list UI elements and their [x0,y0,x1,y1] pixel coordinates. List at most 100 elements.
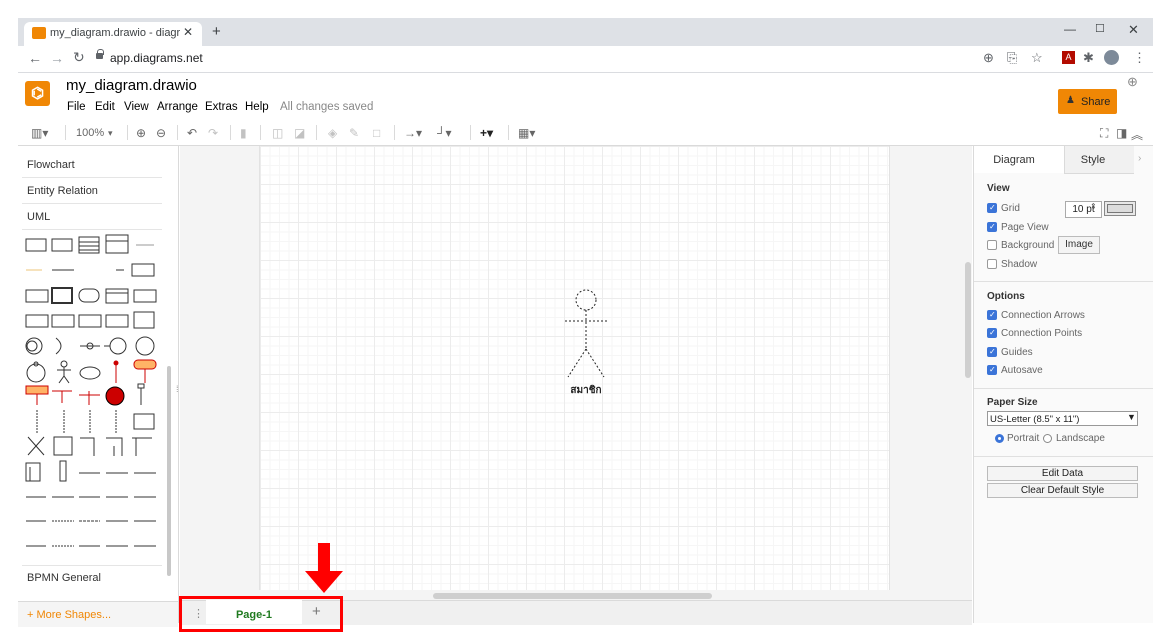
panel-scroll-chevron-icon[interactable]: › [1138,153,1141,164]
extensions-puzzle-icon[interactable]: ✱ [1083,50,1094,66]
sidebar-section-entity-relation[interactable]: Entity Relation [27,185,98,197]
tab-close-icon[interactable]: ✕ [183,25,193,39]
edit-data-button[interactable]: Edit Data [987,466,1138,481]
sidebar-section-bpmn-general[interactable]: BPMN General [27,572,101,584]
toolbar-divider [127,125,128,140]
actor-shape[interactable] [560,287,612,383]
image-button[interactable]: Image [1058,236,1100,254]
line-color-icon[interactable]: ✎ [349,126,359,140]
grid-color-swatch[interactable] [1107,204,1133,213]
menu-view[interactable]: View [124,101,149,113]
redo-icon[interactable]: ↷ [208,126,218,140]
landscape-radio[interactable] [1043,434,1052,443]
shadow-label[interactable]: Shadow [1001,259,1037,270]
sidebar-scrollbar[interactable] [167,366,171,576]
format-panel [973,146,1153,623]
class-with-fields-shape[interactable] [78,236,100,254]
menu-arrange[interactable]: Arrange [157,101,198,113]
menu-edit[interactable]: Edit [95,101,115,113]
portrait-radio[interactable] [995,434,1004,443]
zoom-dropdown[interactable]: 100% [76,127,104,139]
tab-diagram-label[interactable]: Diagram [974,154,1054,166]
browser-tab-title[interactable]: my_diagram.drawio - diagrams.n [50,27,180,39]
toolbar-divider [177,125,178,140]
profile-avatar[interactable] [1104,50,1119,65]
paper-size-heading: Paper Size [987,397,1038,408]
connection-arrows-label[interactable]: Connection Arrows [1001,310,1085,321]
window-maximize-icon[interactable]: ☐ [1095,22,1105,35]
zoom-in-icon[interactable]: ⊕ [136,126,146,140]
check-icon: ✓ [989,203,996,212]
collapse-chevron-icon[interactable]: ︽ [1131,126,1143,143]
pdf-extension-icon[interactable]: A [1062,51,1075,64]
grid-size-stepper-icon[interactable]: ⇕ [1090,202,1097,211]
save-status: All changes saved [280,101,374,113]
menu-help[interactable]: Help [245,101,269,113]
landscape-label[interactable]: Landscape [1056,433,1105,444]
delete-icon[interactable]: ▮ [240,126,247,140]
to-front-icon[interactable]: ◫ [272,126,283,140]
guides-label[interactable]: Guides [1001,347,1033,358]
window-close-icon[interactable]: ✕ [1128,22,1139,38]
zoom-out-icon[interactable]: ⊖ [156,126,166,140]
paper-size-select[interactable]: US-Letter (8.5" x 11") [987,411,1138,426]
bookmark-star-icon[interactable]: ☆ [1031,50,1043,66]
reload-icon[interactable]: ↻ [73,49,85,66]
sidebar-section-uml[interactable]: UML [27,211,50,223]
drawio-logo-icon: ⌬ [30,85,45,102]
autosave-label[interactable]: Autosave [1001,365,1043,376]
background-checkbox[interactable] [987,240,997,250]
canvas-horizontal-scrollbar[interactable] [433,593,712,599]
window-minimize-icon[interactable]: — [1064,22,1076,36]
portrait-label[interactable]: Portrait [1007,433,1039,444]
class-shape[interactable] [25,238,47,252]
shadow-checkbox[interactable] [987,259,997,269]
browser-menu-icon[interactable]: ⋮ [1133,50,1146,66]
zoom-icon[interactable]: ⊕ [983,50,994,66]
background-label[interactable]: Background [1001,240,1054,251]
fullscreen-icon[interactable]: ⛶ [1100,126,1108,141]
to-back-icon[interactable]: ◪ [294,126,305,140]
sidebar-resize-handle[interactable]: ⁞ [176,384,179,394]
fill-color-icon[interactable]: ◈ [328,126,337,140]
view-panels-icon[interactable]: ▥▾ [31,126,48,140]
undo-icon[interactable]: ↶ [187,126,197,140]
drawio-favicon-icon [32,27,46,39]
interface-shape[interactable] [105,234,129,254]
annotation-arrow-icon [305,543,343,593]
sidebar-section-flowchart[interactable]: Flowchart [27,159,75,171]
new-tab-button[interactable]: + [212,23,221,40]
sidebar-divider [22,177,162,178]
class-shape[interactable] [51,238,73,252]
connection-points-label[interactable]: Connection Points [1001,328,1082,339]
format-panel-toggle-icon[interactable]: ◨ [1116,126,1127,140]
back-arrow-icon[interactable]: ← [28,50,42,66]
share-button-label[interactable]: Share [1081,96,1110,108]
waypoints-icon[interactable]: ┘▾ [437,126,452,140]
clear-default-style-button[interactable]: Clear Default Style [987,483,1138,498]
page-view-label[interactable]: Page View [1001,222,1049,233]
view-heading: View [987,183,1010,194]
tab-style-label[interactable]: Style [1064,154,1122,166]
grid-label[interactable]: Grid [1001,203,1020,214]
toolbar-divider [394,125,395,140]
table-icon[interactable]: ▦▾ [518,126,535,140]
share-page-icon[interactable]: ⎘ [1007,50,1017,66]
actor-label[interactable]: สมาชิก [560,383,612,398]
file-title[interactable]: my_diagram.drawio [66,77,197,94]
more-shapes-button[interactable]: + More Shapes... [27,609,111,621]
canvas-vertical-scrollbar[interactable] [965,262,971,378]
url-input[interactable]: app.diagrams.net [110,51,203,65]
check-icon: ✓ [989,365,996,374]
connection-style-icon[interactable]: →▾ [404,126,422,140]
chevron-down-icon[interactable]: ▼ [1127,412,1136,422]
menu-extras[interactable]: Extras [205,101,238,113]
uml-shape-palette[interactable] [24,233,162,563]
sidebar-divider [22,565,162,566]
zoom-dropdown-chevron-icon[interactable]: ▾ [108,128,113,139]
insert-plus-icon[interactable]: +▾ [480,126,493,140]
shadow-icon[interactable]: □ [373,126,380,140]
language-globe-icon[interactable]: ⊕ [1127,74,1138,90]
forward-arrow-icon[interactable]: → [50,50,64,66]
menu-file[interactable]: File [67,101,86,113]
